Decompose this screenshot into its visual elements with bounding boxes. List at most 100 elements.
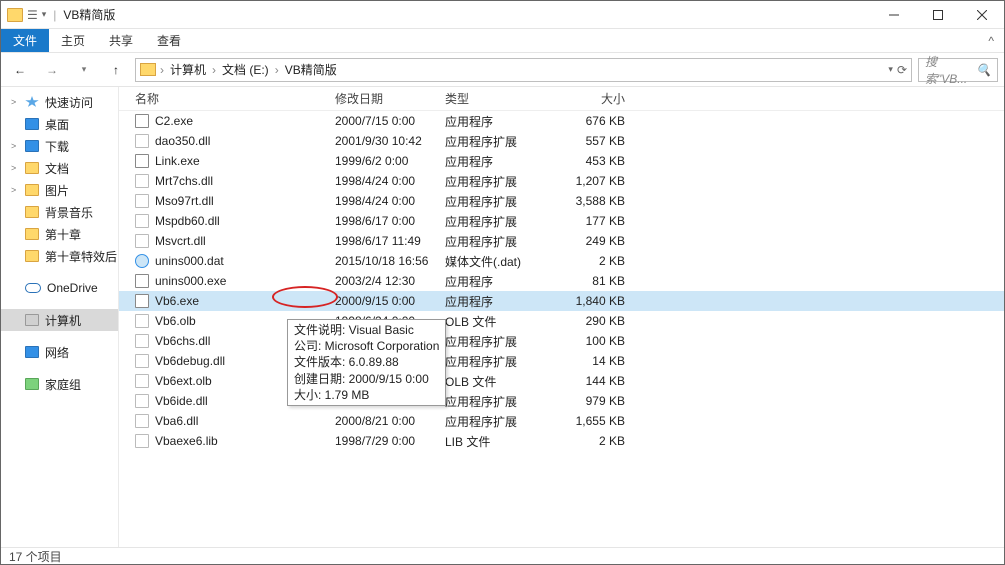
file-icon (135, 314, 149, 328)
window-controls (872, 1, 1004, 29)
sidebar-item[interactable]: > 文档 (1, 157, 118, 179)
file-name: Msvcrt.dll (155, 234, 335, 248)
file-type: 应用程序 (445, 113, 557, 130)
file-row[interactable]: Vb6.olb1998/6/24 0:00OLB 文件290 KB (119, 311, 1004, 331)
ribbon-tabs: 文件 主页 共享 查看 ^ (1, 29, 1004, 53)
file-type: 应用程序 (445, 273, 557, 290)
minimize-button[interactable] (872, 1, 916, 29)
sidebar-item[interactable]: 第十章 (1, 223, 118, 245)
sidebar-item[interactable]: 第十章特效后 (1, 245, 118, 267)
col-type[interactable]: 类型 (445, 90, 557, 107)
address-box[interactable]: › 计算机 › 文档 (E:) › VB精简版 ▾ ⟳ (135, 58, 912, 82)
expand-icon[interactable]: > (11, 185, 19, 195)
sidebar-item-label: 下载 (45, 138, 69, 155)
sidebar-item[interactable]: 桌面 (1, 113, 118, 135)
sidebar-item[interactable]: > 下载 (1, 135, 118, 157)
file-row[interactable]: Vb6ext.olb1998/7/6 0:00OLB 文件144 KB (119, 371, 1004, 391)
file-size: 2 KB (557, 434, 637, 448)
tab-view[interactable]: 查看 (145, 29, 193, 52)
file-row[interactable]: unins000.dat2015/10/18 16:56媒体文件(.dat)2 … (119, 251, 1004, 271)
file-row[interactable]: Link.exe1999/6/2 0:00应用程序453 KB (119, 151, 1004, 171)
file-icon (135, 134, 149, 148)
file-icon (135, 274, 149, 288)
tab-home[interactable]: 主页 (49, 29, 97, 52)
chevron-right-icon[interactable]: › (275, 63, 279, 77)
col-size[interactable]: 大小 (557, 90, 637, 107)
col-name[interactable]: 名称 (135, 90, 335, 107)
ribbon-collapse-icon[interactable]: ^ (988, 29, 1004, 52)
file-row[interactable]: Vb6debug.dll2000/7/15 0:00应用程序扩展14 KB (119, 351, 1004, 371)
sidebar-item[interactable]: >图片 (1, 179, 118, 201)
file-row[interactable]: Mspdb60.dll1998/6/17 0:00应用程序扩展177 KB (119, 211, 1004, 231)
expand-icon[interactable]: > (11, 97, 19, 107)
file-name: Vb6.exe (155, 294, 335, 308)
dropdown-icon[interactable]: ▾ (42, 9, 47, 20)
file-row[interactable]: Vb6chs.dll2000/10/2 0:00应用程序扩展100 KB (119, 331, 1004, 351)
sidebar-item[interactable]: OneDrive (1, 277, 118, 299)
file-icon (135, 294, 149, 308)
file-row[interactable]: Vbaexe6.lib1998/7/29 0:00LIB 文件2 KB (119, 431, 1004, 451)
sidebar-item[interactable]: 计算机 (1, 309, 118, 331)
file-size: 1,655 KB (557, 414, 637, 428)
sidebar-item[interactable]: 背景音乐 (1, 201, 118, 223)
sidebar-item[interactable]: 网络 (1, 341, 118, 363)
sidebar-item-label: 文档 (45, 160, 69, 177)
file-size: 453 KB (557, 154, 637, 168)
file-row[interactable]: Vba6.dll2000/8/21 0:00应用程序扩展1,655 KB (119, 411, 1004, 431)
file-row[interactable]: Vb6.exe2000/9/15 0:00应用程序1,840 KB (119, 291, 1004, 311)
file-row[interactable]: Msvcrt.dll1998/6/17 11:49应用程序扩展249 KB (119, 231, 1004, 251)
file-icon (135, 254, 149, 268)
column-headers[interactable]: 名称 修改日期 类型 大小 (119, 87, 1004, 111)
file-row[interactable]: Mso97rt.dll1998/4/24 0:00应用程序扩展3,588 KB (119, 191, 1004, 211)
col-date[interactable]: 修改日期 (335, 90, 445, 107)
file-size: 979 KB (557, 394, 637, 408)
crumb[interactable]: VB精简版 (283, 61, 339, 78)
blue-icon (25, 140, 39, 152)
file-type: OLB 文件 (445, 373, 557, 390)
file-row[interactable]: Mrt7chs.dll1998/4/24 0:00应用程序扩展1,207 KB (119, 171, 1004, 191)
nav-sidebar[interactable]: >快速访问桌面 > 下载 > 文档 >图片背景音乐第十章第十章特效后 OneDrive 计算机… (1, 87, 119, 547)
search-input[interactable]: 搜索"VB... 🔍 (918, 58, 998, 82)
file-row[interactable]: dao350.dll2001/9/30 10:42应用程序扩展557 KB (119, 131, 1004, 151)
qat-icon[interactable]: ☰ (27, 8, 38, 22)
chevron-right-icon[interactable]: › (160, 63, 164, 77)
titlebar-sep: | (50, 8, 59, 22)
sidebar-item[interactable]: >快速访问 (1, 91, 118, 113)
up-button[interactable]: ↑ (103, 57, 129, 83)
file-list[interactable]: C2.exe2000/7/15 0:00应用程序676 KBdao350.dll… (119, 111, 1004, 547)
file-icon (135, 114, 149, 128)
recent-dropdown[interactable]: ▾ (71, 57, 97, 83)
file-name: Vba6.dll (155, 414, 335, 428)
tooltip-line: 大小: 1.79 MB (294, 387, 439, 403)
window-title: VB精简版 (63, 6, 115, 23)
file-type: 应用程序扩展 (445, 213, 557, 230)
file-row[interactable]: C2.exe2000/7/15 0:00应用程序676 KB (119, 111, 1004, 131)
file-size: 1,207 KB (557, 174, 637, 188)
chevron-down-icon[interactable]: ▾ (888, 64, 893, 75)
crumb[interactable]: 文档 (E:) (220, 61, 271, 78)
sidebar-item-label: OneDrive (47, 281, 98, 295)
file-size: 144 KB (557, 374, 637, 388)
expand-icon[interactable]: > (11, 141, 19, 151)
sidebar-item[interactable]: 家庭组 (1, 373, 118, 395)
tab-file[interactable]: 文件 (1, 29, 49, 52)
file-type: 应用程序扩展 (445, 133, 557, 150)
maximize-button[interactable] (916, 1, 960, 29)
file-pane: 名称 修改日期 类型 大小 C2.exe2000/7/15 0:00应用程序67… (119, 87, 1004, 547)
file-type: 应用程序扩展 (445, 353, 557, 370)
file-row[interactable]: unins000.exe2003/2/4 12:30应用程序81 KB (119, 271, 1004, 291)
expand-icon[interactable]: > (11, 163, 19, 173)
back-button[interactable]: ← (7, 57, 33, 83)
forward-button[interactable]: → (39, 57, 65, 83)
chevron-right-icon[interactable]: › (212, 63, 216, 77)
tab-share[interactable]: 共享 (97, 29, 145, 52)
file-row[interactable]: Vb6ide.dll2003/4/23 21:10应用程序扩展979 KB (119, 391, 1004, 411)
file-icon (135, 174, 149, 188)
refresh-icon[interactable]: ⟳ (897, 63, 907, 77)
file-icon (135, 334, 149, 348)
file-date: 1998/4/24 0:00 (335, 174, 445, 188)
crumb[interactable]: 计算机 (168, 61, 208, 78)
close-button[interactable] (960, 1, 1004, 29)
sidebar-item-label: 桌面 (45, 116, 69, 133)
file-type: 应用程序扩展 (445, 193, 557, 210)
